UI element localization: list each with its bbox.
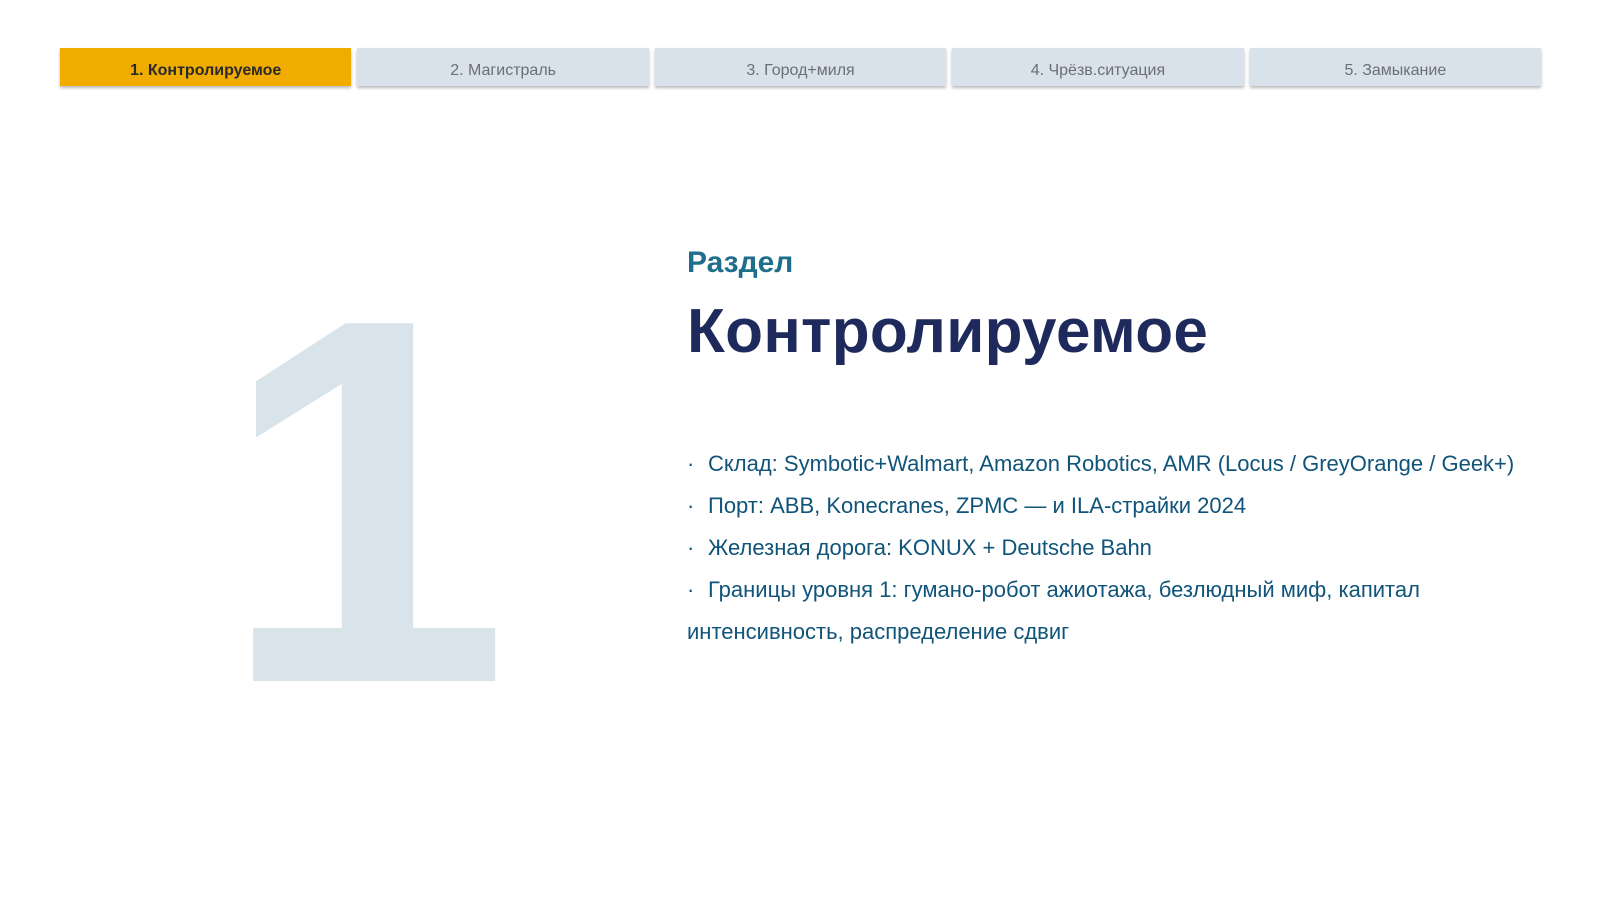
bullet-text: Границы уровня 1: гумано-робот ажиотажа,… [687, 577, 1420, 644]
bullet-symbol: · [687, 493, 695, 518]
bullet-text: Железная дорога: KONUX + Deutsche Bahn [708, 535, 1152, 560]
bullet-item: · Порт: ABB, Konecranes, ZPMC — и ILA-стр… [687, 485, 1517, 527]
tab-3-city-mile[interactable]: 3. Город+миля [654, 48, 947, 86]
bullet-item: · Склад: Symbotic+Walmart, Amazon Robotic… [687, 443, 1517, 485]
tab-label: 1. Контролируемое [130, 62, 282, 79]
tab-label: 2. Магистраль [450, 62, 556, 79]
bullet-symbol: · [687, 451, 695, 476]
bullet-list: · Склад: Symbotic+Walmart, Amazon Robotic… [687, 443, 1517, 653]
bullet-item: · Границы уровня 1: гумано-робот ажиотажа… [687, 569, 1517, 653]
tab-label: 5. Замыкание [1344, 62, 1447, 79]
section-title: Контролируемое [687, 297, 1209, 366]
section-tabs: 1. Контролируемое 2. Магистраль 3. Город… [60, 48, 1542, 86]
tab-label: 4. Чрёзв.ситуация [1030, 62, 1166, 79]
slide: 1. Контролируемое 2. Магистраль 3. Город… [0, 0, 1600, 900]
section-label: Раздел [687, 246, 794, 279]
bullet-symbol: · [687, 577, 695, 602]
tab-2-highway[interactable]: 2. Магистраль [357, 48, 649, 86]
tab-label: 3. Город+миля [746, 62, 855, 79]
bullet-item: · Железная дорога: KONUX + Deutsche Bahn [687, 527, 1517, 569]
bullet-text: Порт: ABB, Konecranes, ZPMC — и ILA-стра… [708, 493, 1247, 518]
section-number: 1 [220, 211, 510, 792]
bullet-symbol: · [687, 535, 695, 560]
tab-4-emergency[interactable]: 4. Чрёзв.ситуация [952, 48, 1244, 86]
tab-5-closure[interactable]: 5. Замыкание [1249, 48, 1542, 86]
tab-1-controlled[interactable]: 1. Контролируемое [60, 48, 352, 86]
bullet-text: Склад: Symbotic+Walmart, Amazon Robotics… [708, 451, 1515, 476]
